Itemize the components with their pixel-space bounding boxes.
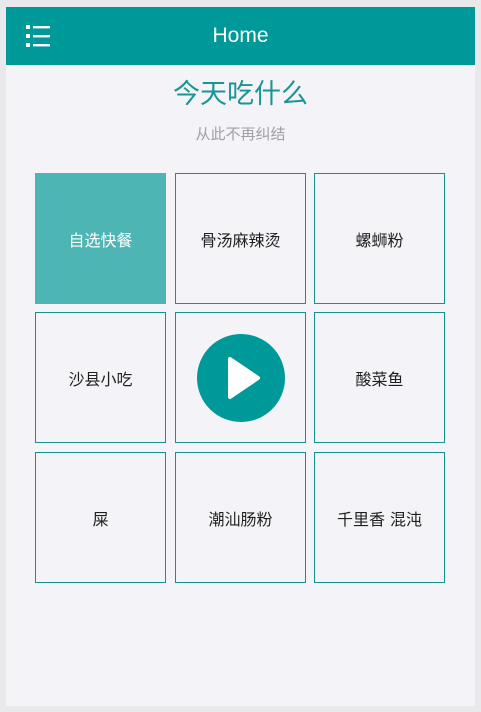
app-header: Home — [6, 7, 475, 65]
header-title: Home — [212, 24, 269, 47]
food-option-rice-rolls[interactable]: 潮汕肠粉 — [175, 452, 306, 583]
page-subtitle: 从此不再纠结 — [195, 125, 286, 143]
food-option-wonton[interactable]: 千里香 混沌 — [314, 452, 445, 583]
page-title: 今天吃什么 — [173, 79, 308, 110]
food-option-pickled-fish[interactable]: 酸菜鱼 — [314, 312, 445, 443]
food-grid: 自选快餐 骨汤麻辣烫 螺蛳粉 沙县小吃 酸菜鱼 屎 潮汕肠粉 千里香 混沌 — [35, 173, 446, 584]
food-option-shaxian-snacks[interactable]: 沙县小吃 — [35, 312, 166, 443]
food-option-joke[interactable]: 屎 — [35, 452, 166, 583]
play-button[interactable] — [196, 333, 285, 422]
play-icon — [228, 356, 260, 399]
food-option-fast-food[interactable]: 自选快餐 — [35, 173, 166, 304]
app-screen: Home 今天吃什么 从此不再纠结 自选快餐 骨汤麻辣烫 螺蛳粉 沙县小吃 酸菜… — [6, 7, 475, 706]
food-option-river-snail-noodles[interactable]: 螺蛳粉 — [314, 173, 445, 304]
food-option-spicy-hotpot[interactable]: 骨汤麻辣烫 — [175, 173, 306, 304]
start-cell — [175, 312, 306, 443]
